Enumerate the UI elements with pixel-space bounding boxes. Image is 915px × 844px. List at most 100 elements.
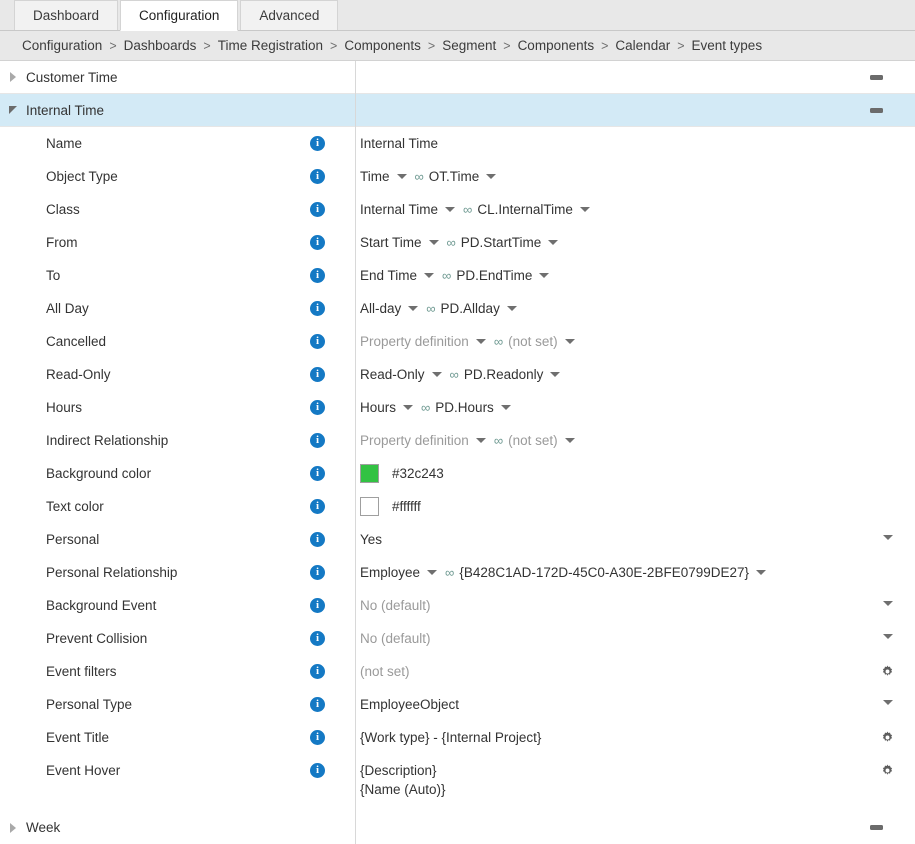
link-chain-icon[interactable]: ∞ — [494, 332, 503, 351]
link-chain-icon[interactable]: ∞ — [442, 266, 451, 285]
gear-icon[interactable] — [881, 731, 894, 744]
chevron-down-icon[interactable] — [445, 207, 456, 212]
collapse-minus-icon[interactable] — [870, 108, 883, 113]
chevron-down-icon[interactable] — [882, 700, 893, 705]
value-text[interactable]: No (default) — [360, 596, 431, 615]
gear-icon[interactable] — [881, 764, 894, 777]
link-chain-icon[interactable]: ∞ — [447, 233, 456, 252]
tab-configuration[interactable]: Configuration — [120, 0, 239, 31]
info-icon[interactable]: i — [310, 202, 325, 217]
value-text[interactable]: EmployeeObject — [360, 695, 459, 714]
expand-triangle-collapsed-icon[interactable] — [0, 822, 26, 833]
chevron-down-icon[interactable] — [431, 372, 442, 377]
tree-group-internal-time[interactable]: Internal Time — [0, 94, 915, 127]
chevron-down-icon[interactable] — [564, 339, 575, 344]
gear-icon[interactable] — [881, 665, 894, 678]
link-chain-icon[interactable]: ∞ — [463, 200, 472, 219]
info-icon[interactable]: i — [310, 598, 325, 613]
chevron-down-icon[interactable] — [882, 634, 893, 639]
info-icon[interactable]: i — [310, 169, 325, 184]
property-label: Indirect Relationship — [46, 433, 169, 448]
chevron-down-icon[interactable] — [408, 306, 419, 311]
color-swatch[interactable] — [360, 497, 379, 516]
breadcrumb-item-segment[interactable]: Segment — [442, 38, 496, 53]
property-row: Hours i Hours ∞ PD.Hours — [0, 391, 915, 424]
tab-advanced[interactable]: Advanced — [240, 0, 339, 30]
chevron-down-icon[interactable] — [427, 570, 438, 575]
chevron-down-icon[interactable] — [756, 570, 767, 575]
info-icon[interactable]: i — [310, 664, 325, 679]
linked-value-text: CL.InternalTime — [477, 202, 573, 217]
chevron-down-icon[interactable] — [550, 372, 561, 377]
breadcrumb-item-components[interactable]: Components — [518, 38, 595, 53]
value-text[interactable]: No (default) — [360, 629, 431, 648]
breadcrumb-item-time-registration[interactable]: Time Registration — [218, 38, 323, 53]
info-icon-cell: i — [310, 127, 355, 151]
chevron-down-icon[interactable] — [539, 273, 550, 278]
tab-dashboard[interactable]: Dashboard — [14, 0, 119, 30]
chevron-down-icon[interactable] — [403, 405, 414, 410]
chevron-down-icon[interactable] — [506, 306, 517, 311]
linked-value-text: OT.Time — [428, 169, 480, 184]
info-icon[interactable]: i — [310, 697, 325, 712]
info-icon[interactable]: i — [310, 433, 325, 448]
info-icon-cell: i — [310, 325, 355, 349]
chevron-down-icon[interactable] — [882, 535, 893, 540]
info-icon[interactable]: i — [310, 499, 325, 514]
color-swatch[interactable] — [360, 464, 379, 483]
info-icon[interactable]: i — [310, 730, 325, 745]
collapse-minus-icon[interactable] — [870, 75, 883, 80]
tree-group-week[interactable]: Week — [0, 811, 915, 844]
breadcrumb-separator: > — [109, 38, 117, 53]
link-chain-icon[interactable]: ∞ — [494, 431, 503, 450]
breadcrumb-separator: > — [503, 38, 511, 53]
link-chain-icon[interactable]: ∞ — [426, 299, 435, 318]
collapse-minus-icon[interactable] — [870, 825, 883, 830]
link-chain-icon[interactable]: ∞ — [421, 398, 430, 417]
breadcrumb-item-calendar[interactable]: Calendar — [615, 38, 670, 53]
chevron-down-icon[interactable] — [396, 174, 407, 179]
expand-triangle-expanded-icon[interactable] — [0, 106, 26, 114]
chevron-down-icon[interactable] — [579, 207, 590, 212]
info-icon[interactable]: i — [310, 532, 325, 547]
info-icon[interactable]: i — [310, 268, 325, 283]
info-icon[interactable]: i — [310, 301, 325, 316]
tab-bar: Dashboard Configuration Advanced — [0, 0, 915, 31]
link-chain-icon[interactable]: ∞ — [450, 365, 459, 384]
breadcrumb: Configuration > Dashboards > Time Registrati… — [0, 31, 915, 61]
property-value: (not set) — [355, 655, 860, 681]
info-icon[interactable]: i — [310, 631, 325, 646]
info-icon[interactable]: i — [310, 763, 325, 778]
chevron-down-icon[interactable] — [548, 240, 559, 245]
breadcrumb-item-dashboards[interactable]: Dashboards — [124, 38, 197, 53]
expand-triangle-collapsed-icon[interactable] — [0, 72, 26, 82]
chevron-down-icon[interactable] — [475, 339, 486, 344]
link-chain-icon[interactable]: ∞ — [415, 167, 424, 186]
value-text[interactable]: Yes — [360, 530, 382, 549]
info-icon[interactable]: i — [310, 235, 325, 250]
row-action-cell — [860, 160, 915, 170]
breadcrumb-item-event-types[interactable]: Event types — [692, 38, 763, 53]
chevron-down-icon[interactable] — [486, 174, 497, 179]
breadcrumb-item-components[interactable]: Components — [344, 38, 421, 53]
link-chain-icon[interactable]: ∞ — [445, 563, 454, 582]
info-icon[interactable]: i — [310, 334, 325, 349]
chevron-down-icon[interactable] — [428, 240, 439, 245]
chevron-down-icon[interactable] — [500, 405, 511, 410]
info-icon[interactable]: i — [310, 565, 325, 580]
breadcrumb-item-configuration[interactable]: Configuration — [22, 38, 102, 53]
property-label: Class — [46, 202, 80, 217]
info-icon[interactable]: i — [310, 136, 325, 151]
tree-group-customer-time[interactable]: Customer Time — [0, 61, 915, 94]
info-icon-cell: i — [310, 655, 355, 679]
property-value: All-day ∞ PD.Allday — [355, 292, 860, 318]
info-icon[interactable]: i — [310, 466, 325, 481]
info-icon[interactable]: i — [310, 367, 325, 382]
chevron-down-icon[interactable] — [564, 438, 575, 443]
info-icon[interactable]: i — [310, 400, 325, 415]
property-label: To — [46, 268, 61, 283]
row-action-cell — [860, 754, 915, 777]
chevron-down-icon[interactable] — [882, 601, 893, 606]
chevron-down-icon[interactable] — [424, 273, 435, 278]
chevron-down-icon[interactable] — [475, 438, 486, 443]
